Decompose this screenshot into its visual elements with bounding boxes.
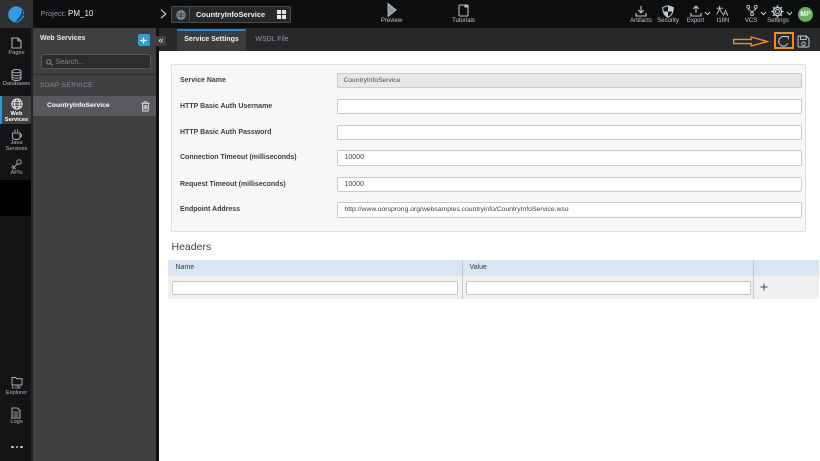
svg-text:A: A: [723, 8, 729, 17]
